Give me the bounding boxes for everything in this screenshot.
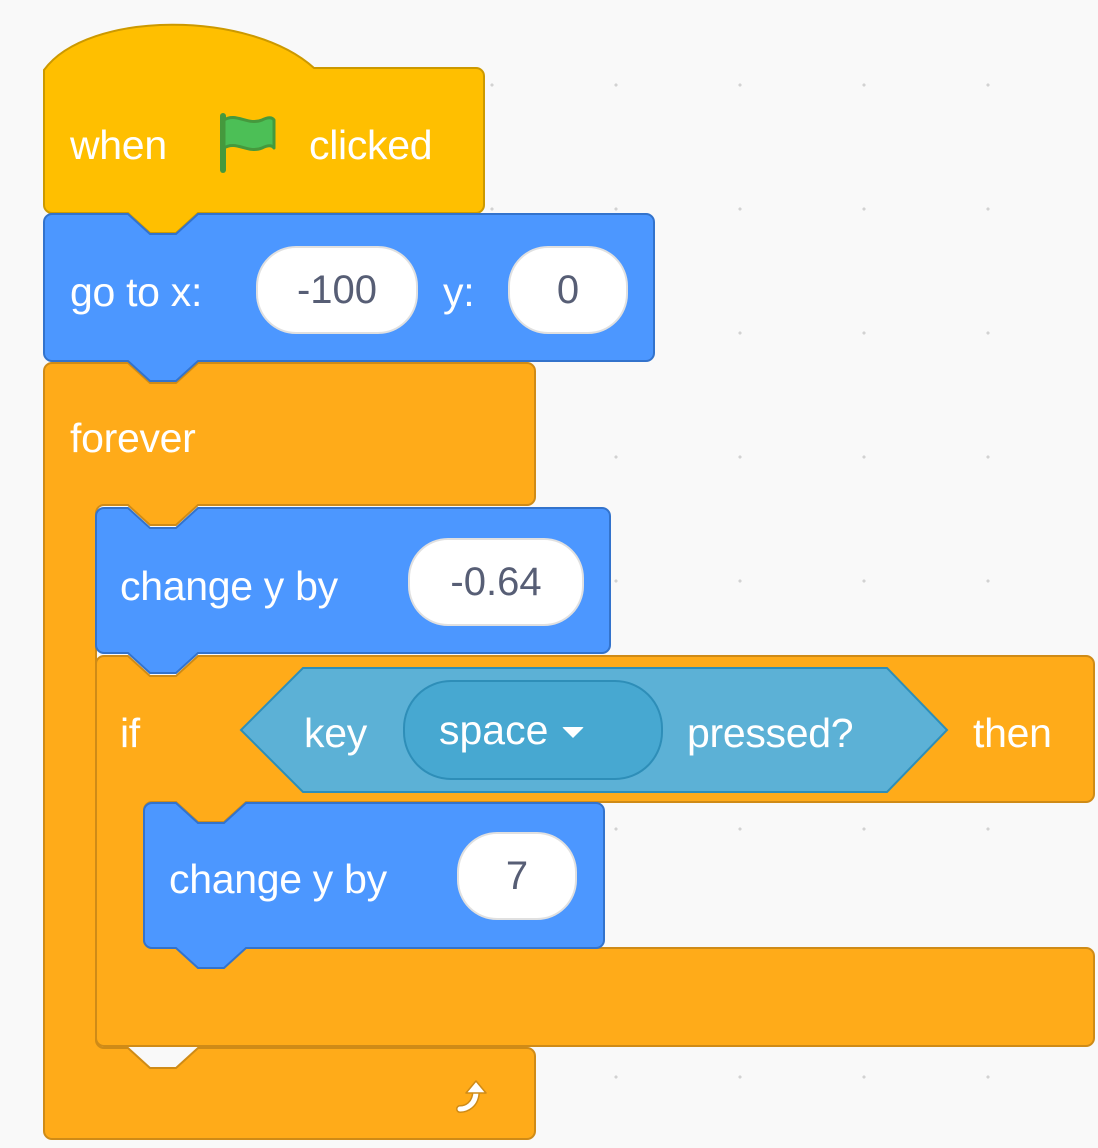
rotate-arrow-icon xyxy=(456,1080,487,1113)
go-to-x-label: go to x: xyxy=(70,269,203,315)
y-label: y: xyxy=(443,269,475,315)
code-area: when clicked go to x: -100 y: 0 forever … xyxy=(0,0,1098,1148)
pressed-label: pressed? xyxy=(687,710,854,756)
key-dropdown-value: space xyxy=(439,706,549,753)
if-label: if xyxy=(120,710,140,756)
clicked-label: clicked xyxy=(309,122,433,168)
change-y-value-input-1[interactable]: -0.64 xyxy=(408,538,584,626)
key-label: key xyxy=(304,710,367,756)
key-dropdown[interactable]: space xyxy=(403,680,663,780)
change-y-label-2: change y by xyxy=(169,856,387,902)
then-label: then xyxy=(973,710,1052,756)
green-flag-icon xyxy=(220,113,276,173)
forever-label: forever xyxy=(70,415,196,461)
when-label: when xyxy=(70,122,167,168)
x-value-input[interactable]: -100 xyxy=(256,246,418,334)
change-y-label-1: change y by xyxy=(120,563,338,609)
y-value-input[interactable]: 0 xyxy=(508,246,628,334)
caret-down-icon xyxy=(562,726,585,738)
change-y-value-input-2[interactable]: 7 xyxy=(457,832,577,920)
